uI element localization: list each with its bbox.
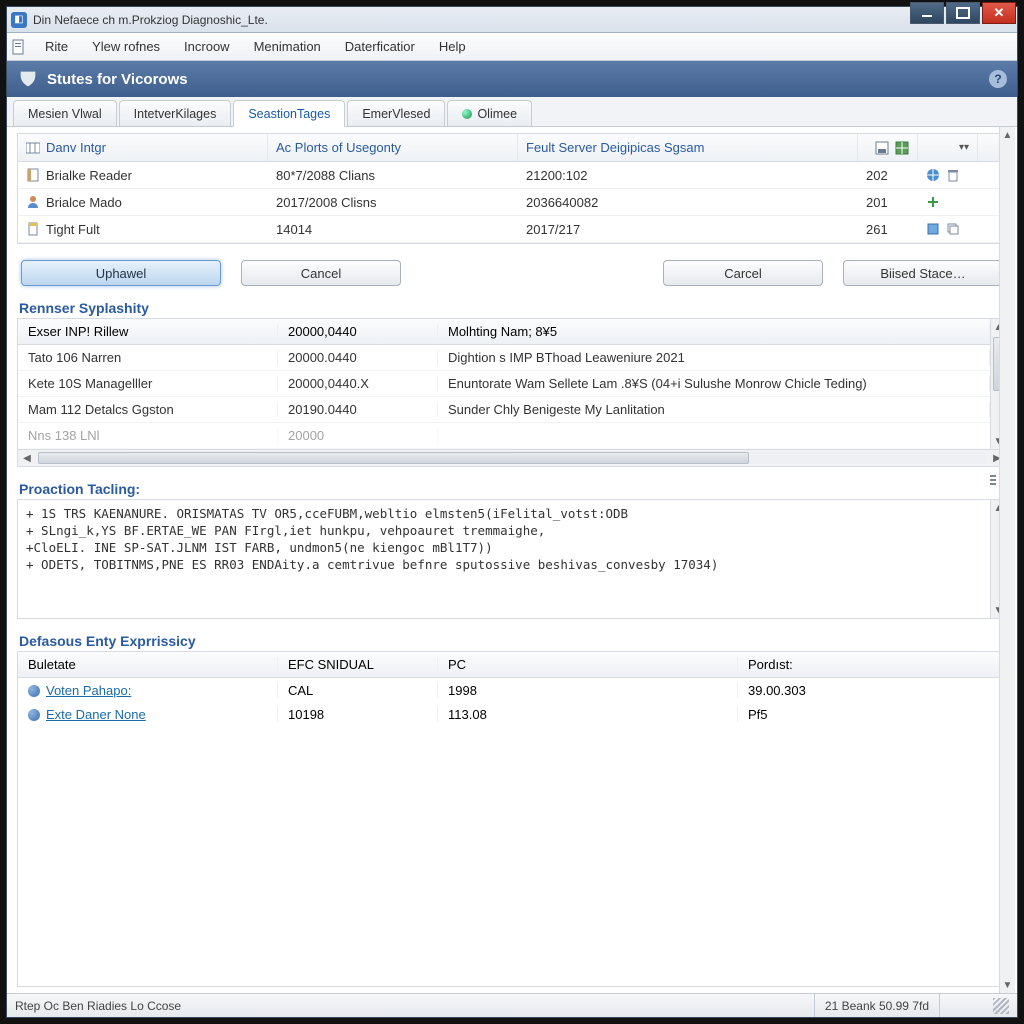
window-close-button[interactable] [982,2,1016,24]
rennser-grid: Exser INP! Rillew 20000,0440 Molhting Na… [18,319,990,449]
menu-doc-icon [11,39,27,55]
link-exte[interactable]: Exte Daner None [46,707,146,722]
col-danv[interactable]: Danv Intgr [18,134,268,161]
menu-item-menimation[interactable]: Menimation [242,35,333,58]
top-grid: Danv Intgr Ac Plorts of Usegonty Feult S… [17,133,1007,244]
button-row: Uphawel Cancel Carcel Biised Stace… [17,254,1007,286]
col-exser[interactable]: Exser INP! Rillew [18,324,278,339]
trash-icon[interactable] [946,168,960,182]
top-grid-header: Danv Intgr Ac Plorts of Usegonty Feult S… [18,134,1006,162]
item-bullet-icon [28,709,40,721]
page-scrollbar[interactable]: ▲ ▼ [999,127,1015,993]
plus-icon[interactable] [926,195,940,209]
doc-icon [26,222,40,236]
col-buletate[interactable]: Buletate [18,657,278,672]
tab-intetver[interactable]: IntetverKilages [119,100,232,126]
table-row[interactable]: Kete 10S Managelller20000,0440.XEnuntora… [18,371,990,397]
help-icon[interactable]: ? [989,70,1007,88]
chevron-down-icon[interactable]: ▾▾ [959,142,969,153]
table-row[interactable]: Nns 138 LNl20000 [18,423,990,449]
splitter-handle[interactable] [989,473,997,553]
tabbar: Mesien Vlwal IntetverKilages SeastionTag… [7,97,1017,127]
titlebar: ◧ Din Nefaece ch m.Prokziog Diagnoshic_L… [7,7,1017,33]
save-icon[interactable] [875,141,889,155]
col-20000[interactable]: 20000,0440 [278,324,438,339]
horizontal-scrollbar[interactable]: ◀ ▶ [17,450,1007,467]
person-icon [26,195,40,209]
table-icon[interactable] [895,141,909,155]
table-row[interactable]: Exte Daner None 10198 113.08 Pf5 [18,702,1006,726]
page-title: Stutes for Vicorows [47,71,188,88]
col-actions-a [858,134,918,161]
columns-icon [26,141,40,155]
tab-emer[interactable]: EmerVlesed [347,100,445,126]
defasous-grid: Buletate EFC SNIDUAL PC Pordıst: Voten P… [18,652,1006,726]
tab-mesien[interactable]: Mesien Vlwal [13,100,117,126]
biised-stace-button[interactable]: Biised Stace… [843,260,1003,286]
book-icon [26,168,40,182]
col-pordist[interactable]: Pordıst: [738,657,1006,672]
col-molhting[interactable]: Molhting Nam; 8¥5 [438,324,990,339]
menu-item-rite[interactable]: Rite [33,35,80,58]
copy-icon[interactable] [946,222,960,236]
section-proaction-title: Proaction Tacling: [17,477,1007,499]
statusbar: Rtep Oc Ben Riadies Lo Ccose 21 Beank 50… [7,993,1017,1017]
col-pc[interactable]: PC [438,657,738,672]
content-area: Danv Intgr Ac Plorts of Usegonty Feult S… [7,127,1017,993]
globe-small-icon[interactable] [926,168,940,182]
table-row[interactable]: Voten Pahapo: CAL 1998 39.00.303 [18,678,1006,702]
table-row[interactable]: Brialke Reader 80*7/2088 Clians 21200:10… [18,162,1006,189]
window-title: Din Nefaece ch m.Prokziog Diagnoshic_Lte… [33,13,268,27]
scroll-down-icon[interactable]: ▼ [1000,977,1015,993]
header-shield-icon [17,68,39,90]
section-defasous-title: Defasous Enty Exprrissicy [17,629,1007,651]
table-row[interactable]: Brialce Mado 2017/2008 Clisns 2036640082… [18,189,1006,216]
menubar: Rite Ylew rofnes Incroow Menimation Date… [7,33,1017,61]
table-row[interactable]: Tato 106 Narren20000.0440Dightion s IMP … [18,345,990,371]
menu-item-daterficatior[interactable]: Daterficatior [333,35,427,58]
tab-seastion[interactable]: SeastionTages [233,100,345,127]
log-output: + 1S TRS KAENANURE. ORISMATAS TV OR5,cce… [18,500,990,618]
col-actions-b[interactable]: ▾▾ [918,134,978,161]
scroll-left-icon[interactable]: ◀ [18,453,36,464]
window-maximize-button[interactable] [946,2,980,24]
window-minimize-button[interactable] [910,2,944,24]
cancel-button-1[interactable]: Cancel [241,260,401,286]
col-efc[interactable]: EFC SNIDUAL [278,657,438,672]
col-fault[interactable]: Feult Server Deigipicas Sgsam [518,134,858,161]
section-rennser-title: Rennser Syplashity [17,296,1007,318]
globe-icon [462,109,472,119]
disk-icon[interactable] [926,222,940,236]
link-voten[interactable]: Voten Pahapo: [46,683,131,698]
menu-item-incroow[interactable]: Incroow [172,35,242,58]
menu-item-help[interactable]: Help [427,35,478,58]
item-bullet-icon [28,685,40,697]
uphawel-button[interactable]: Uphawel [21,260,221,286]
app-icon: ◧ [11,12,27,28]
scroll-up-icon[interactable]: ▲ [1000,127,1015,143]
col-acplorts[interactable]: Ac Plorts of Usegonty [268,134,518,161]
tab-olimee[interactable]: Olimee [447,100,532,126]
status-left: Rtep Oc Ben Riadies Lo Ccose [15,999,181,1013]
status-right: 21 Beank 50.99 7fd [814,994,939,1017]
menu-item-ylew[interactable]: Ylew rofnes [80,35,172,58]
hscroll-thumb[interactable] [38,452,749,464]
page-header: Stutes for Vicorows ? [7,61,1017,97]
table-row[interactable]: Mam 112 Detalcs Ggston20190.0440Sunder C… [18,397,990,423]
cancel-button-2[interactable]: Carcel [663,260,823,286]
resize-grip-icon[interactable] [993,998,1009,1014]
table-row[interactable]: Tight Fult 14014 2017/217 261 [18,216,1006,243]
